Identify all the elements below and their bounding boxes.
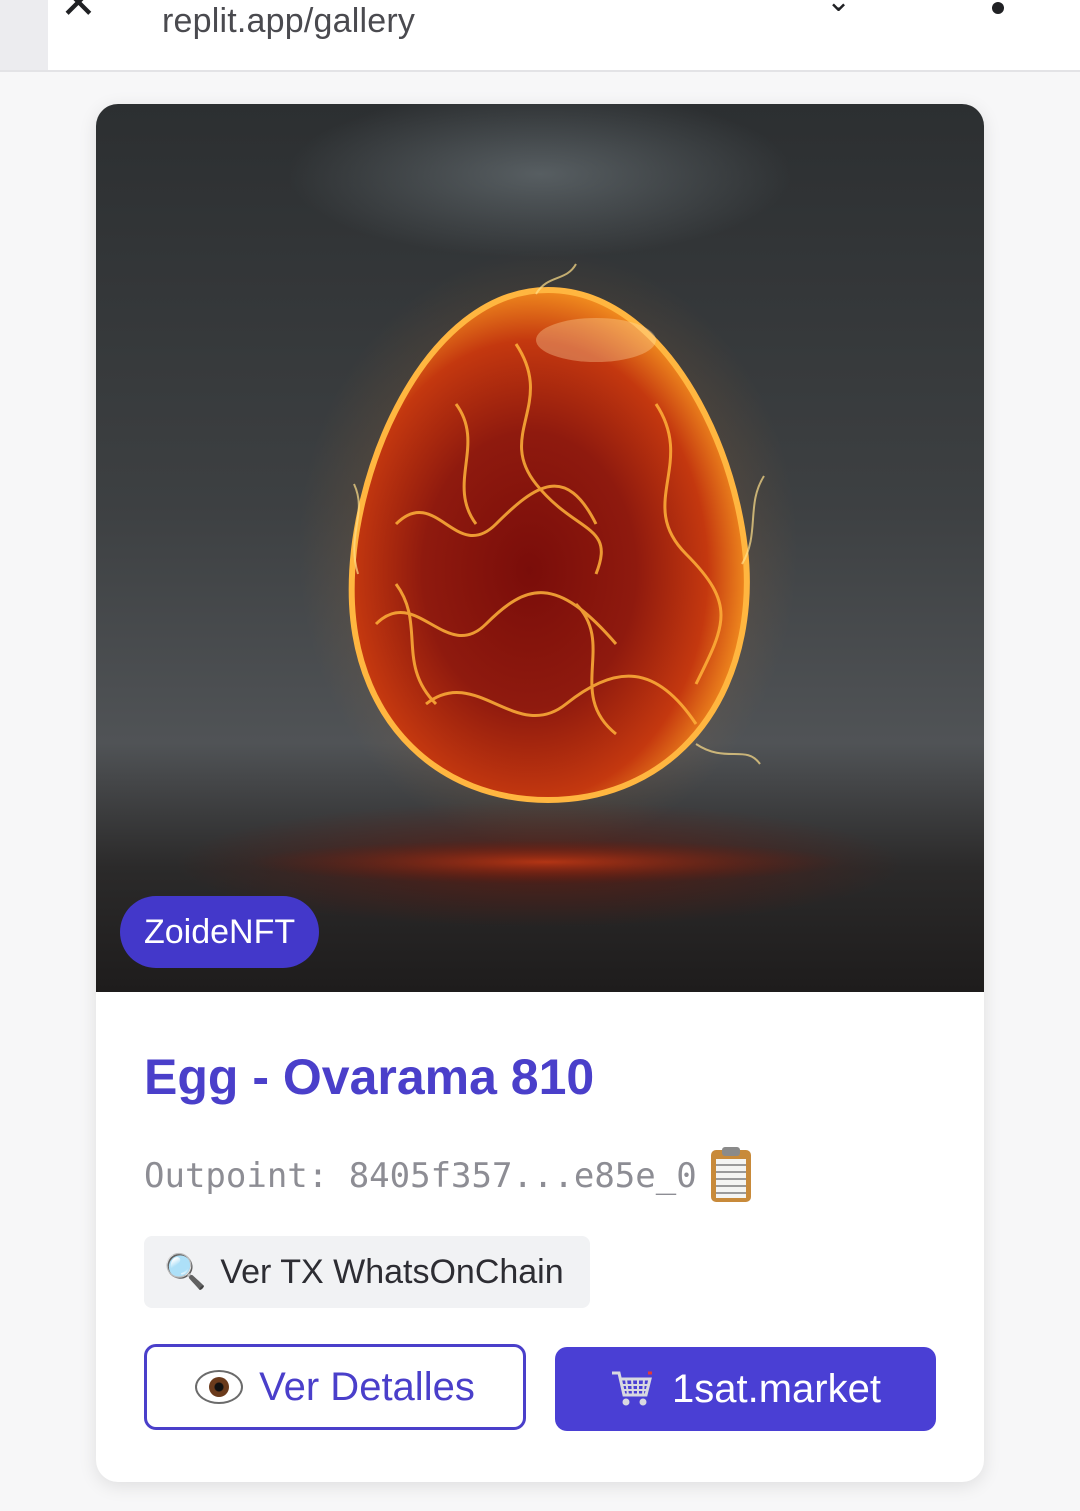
magnifier-icon: 🔍 (164, 1252, 207, 1292)
market-button[interactable]: 1sat.market (555, 1347, 936, 1431)
more-vert-icon[interactable] (992, 2, 1004, 14)
outpoint-row: Outpoint: 8405f357...e85e_0 (144, 1147, 751, 1202)
nft-title: Egg - Ovarama 810 (144, 1049, 595, 1105)
view-tx-button[interactable]: 🔍 Ver TX WhatsOnChain (144, 1236, 590, 1308)
view-details-label: Ver Detalles (259, 1364, 475, 1409)
collection-badge: ZoideNFT (120, 896, 320, 968)
outpoint-text: Outpoint: 8405f357...e85e_0 (144, 1156, 697, 1196)
cart-icon (610, 1369, 654, 1409)
close-icon[interactable]: ✕ (60, 0, 97, 26)
view-tx-label: Ver TX WhatsOnChain (220, 1252, 564, 1291)
clipboard-icon[interactable] (710, 1147, 751, 1202)
download-icon[interactable]: ⌄ (826, 0, 851, 19)
nft-card: ZoideNFT Egg - Ovarama 810 Outpoint: 840… (96, 104, 984, 1482)
view-details-button[interactable]: Ver Detalles (144, 1344, 526, 1430)
address-bar-url[interactable]: replit.app/gallery (162, 2, 415, 41)
browser-toolbar: ✕ replit.app/gallery ⌄ (0, 0, 1080, 72)
tab-strip-edge (0, 0, 48, 70)
eye-icon (195, 1370, 244, 1404)
nft-image[interactable]: ZoideNFT (96, 104, 984, 992)
market-label: 1sat.market (672, 1366, 881, 1411)
fire-egg-artwork (246, 250, 846, 884)
